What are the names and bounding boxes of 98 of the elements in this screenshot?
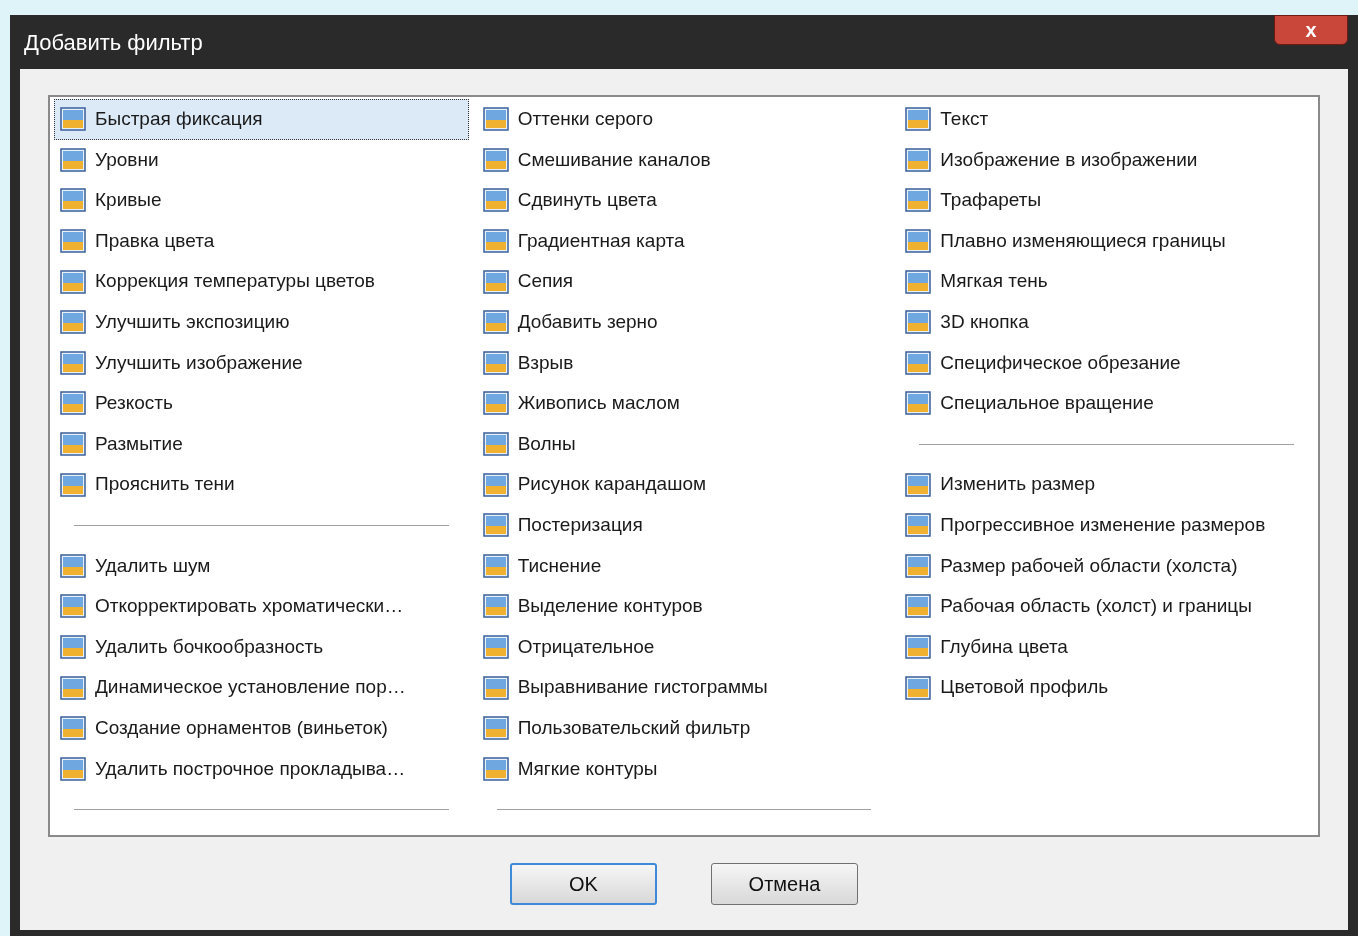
picture-icon [904,389,933,418]
picture-icon [59,673,87,702]
filter-list-item[interactable]: Текст [899,99,1314,140]
filter-list-item[interactable]: Изображение в изображении [899,139,1314,181]
filter-list-item[interactable]: Выравнивание гистограммы [476,667,892,708]
picture-icon [904,308,933,337]
picture-icon [59,389,87,418]
picture-icon [481,511,510,540]
picture-icon [481,145,510,174]
picture-icon [481,267,510,296]
filter-list-item[interactable]: Сдвинуть цвета [476,180,892,221]
picture-icon [904,227,933,256]
filter-list-item[interactable]: Градиентная карта [476,220,892,262]
picture-icon [481,754,510,783]
filter-list-item[interactable]: Динамическое установление пор… [54,667,469,708]
picture-icon [481,389,510,418]
filter-list-item[interactable]: Быстрая фиксация [54,99,469,140]
filter-list-item[interactable]: Волны [476,423,892,465]
picture-icon [481,673,510,702]
picture-icon [59,592,87,621]
picture-icon [904,592,933,621]
filter-list-item[interactable]: Взрыв [476,342,892,384]
picture-icon [904,673,933,702]
picture-icon [481,308,510,337]
picture-icon [59,633,87,661]
picture-icon [59,348,87,377]
filter-list-item[interactable]: Трафареты [899,180,1314,221]
close-button[interactable]: x [1274,15,1348,45]
filter-list-item[interactable]: Прогрессивное изменение размеров [899,504,1314,546]
picture-icon [481,551,510,580]
filter-list-item[interactable]: Рисунок карандашом [476,464,892,505]
filter-list-item[interactable]: Резкость [54,383,469,424]
filter-list-item[interactable]: Постеризация [476,504,892,546]
filter-list-item[interactable]: Специфическое обрезание [899,342,1314,384]
picture-icon [481,186,510,215]
picture-icon [59,551,87,580]
picture-icon [904,511,933,540]
picture-icon [904,267,933,296]
picture-icon [59,430,87,459]
picture-icon [481,470,510,499]
picture-icon [904,145,933,174]
filter-list-item[interactable]: Живопись маслом [476,383,892,424]
picture-icon [59,308,87,337]
picture-icon [904,551,933,580]
filter-list-item[interactable]: Рабочая область (холст) и границы [899,586,1314,627]
picture-icon [481,633,510,661]
filter-list-item[interactable]: 3D кнопка [899,301,1314,343]
dialog-button[interactable]: Отмена [711,863,858,905]
filter-list-item[interactable]: Улучшить изображение [54,342,469,384]
picture-icon [59,714,87,743]
filter-list-item[interactable]: Глубина цвета [899,626,1314,668]
filter-list-item[interactable]: Изменить размер [899,464,1314,505]
picture-icon [59,470,87,499]
picture-icon [59,105,87,134]
picture-icon [481,714,510,743]
filter-list-item[interactable]: Прояснить тени [54,464,469,505]
filter-list-item[interactable]: Размер рабочей области (холста) [899,545,1314,587]
filter-list-item[interactable]: Создание орнаментов (виньеток) [54,707,469,749]
window-title: Добавить фильтр [23,28,203,57]
filter-list-item[interactable]: Улучшить экспозицию [54,301,469,343]
picture-icon [481,105,510,134]
filter-list-item[interactable]: Мягкие контуры [476,748,892,790]
filter-list-item[interactable]: Мягкая тень [899,261,1314,302]
filter-list-item[interactable]: Уровни [54,139,469,181]
filter-list-item[interactable]: Размытие [54,423,469,465]
picture-icon [481,227,510,256]
dialog-button[interactable]: OK [510,863,657,905]
filter-list-item[interactable]: Кривые [54,180,469,221]
filter-list-item[interactable]: Пользовательский фильтр [476,707,892,749]
picture-icon [59,267,87,296]
filter-list-item[interactable]: Правка цвета [54,220,469,262]
picture-icon [481,348,510,377]
filter-list-item[interactable]: Сепия [476,261,892,302]
filter-list-item[interactable]: Отрицательное [476,626,892,668]
picture-icon [59,186,87,215]
filter-list-item[interactable]: Оттенки серого [476,99,892,140]
picture-icon [59,145,87,174]
filter-list-item[interactable]: Удалить бочкообразность [54,626,469,668]
picture-icon [59,754,87,783]
picture-icon [59,227,87,256]
filter-list-item[interactable]: Специальное вращение [899,383,1314,424]
filter-list-item[interactable]: Откорректировать хроматически… [54,586,469,627]
picture-icon [904,105,933,134]
filter-list-item[interactable]: Цветовой профиль [899,667,1314,708]
picture-icon [904,470,933,499]
picture-icon [904,633,933,661]
picture-icon [904,348,933,377]
filter-list-item[interactable]: Добавить зерно [476,301,892,343]
filter-list-item[interactable]: Удалить шум [54,545,469,587]
filter-list-item[interactable]: Смешивание каналов [476,139,892,181]
filter-list-item[interactable]: Удалить построчное прокладыва… [54,748,469,790]
filter-list-item[interactable]: Плавно изменяющиеся границы [899,220,1314,262]
picture-icon [481,430,510,459]
filter-list-item[interactable]: Выделение контуров [476,586,892,627]
filter-list-item[interactable]: Тиснение [476,545,892,587]
picture-icon [481,592,510,621]
filter-list-item[interactable]: Коррекция температуры цветов [54,261,469,302]
picture-icon [904,186,933,215]
